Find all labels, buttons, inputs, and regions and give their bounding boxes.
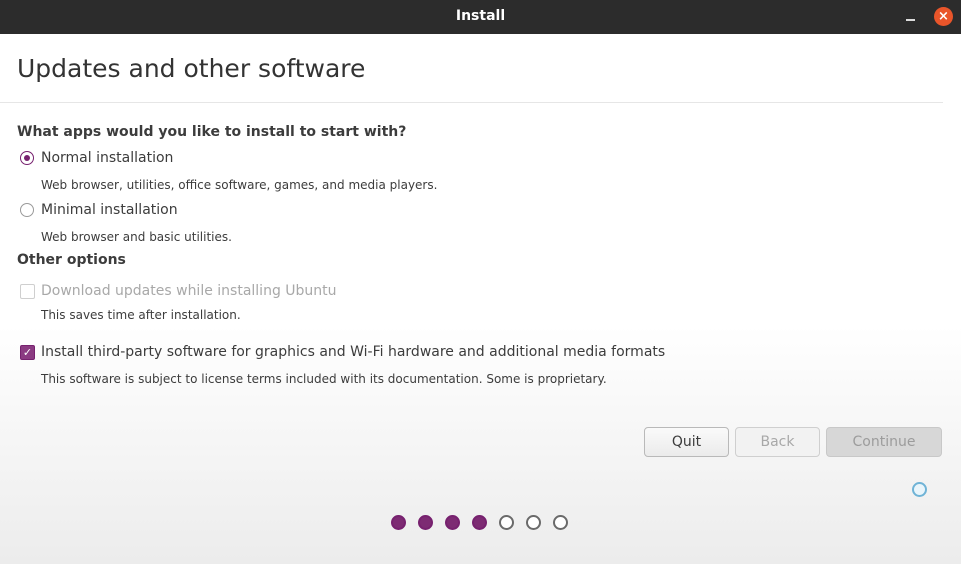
page-title: Updates and other software	[17, 54, 366, 83]
radio-selected-icon[interactable]	[20, 151, 34, 165]
continue-button[interactable]: Continue	[826, 427, 942, 457]
progress-dot-complete	[418, 515, 433, 530]
title-divider	[0, 102, 943, 103]
title-bar: Install ×	[0, 0, 961, 34]
progress-dot-complete	[391, 515, 406, 530]
progress-dot-current	[472, 515, 487, 530]
third-party-description: This software is subject to license term…	[41, 372, 607, 386]
download-updates-label[interactable]: Download updates while installing Ubuntu	[41, 283, 337, 299]
busy-cursor-icon	[912, 482, 927, 497]
third-party-checkbox[interactable]: ✓ Install third-party software for graph…	[20, 344, 665, 362]
normal-installation-radio[interactable]: Normal installation	[20, 150, 220, 168]
close-icon[interactable]: ×	[934, 7, 953, 26]
checkbox-checked-icon[interactable]: ✓	[20, 345, 35, 360]
normal-installation-label[interactable]: Normal installation	[41, 150, 173, 166]
progress-dot-complete	[445, 515, 460, 530]
third-party-label[interactable]: Install third-party software for graphic…	[41, 344, 665, 360]
minimal-installation-label[interactable]: Minimal installation	[41, 202, 178, 218]
minimize-icon[interactable]	[904, 9, 918, 25]
checkbox-unchecked-icon[interactable]	[20, 284, 35, 299]
quit-button[interactable]: Quit	[644, 427, 729, 457]
progress-dot-pending	[553, 515, 568, 530]
download-updates-checkbox[interactable]: Download updates while installing Ubuntu	[20, 283, 340, 301]
back-button[interactable]: Back	[735, 427, 820, 457]
install-type-heading: What apps would you like to install to s…	[17, 124, 407, 140]
other-options-heading: Other options	[17, 252, 126, 268]
window-title: Install	[455, 8, 506, 24]
normal-installation-description: Web browser, utilities, office software,…	[41, 178, 438, 192]
progress-dot-pending	[526, 515, 541, 530]
progress-dot-pending	[499, 515, 514, 530]
minimal-installation-radio[interactable]: Minimal installation	[20, 202, 220, 220]
minimal-installation-description: Web browser and basic utilities.	[41, 230, 232, 244]
download-updates-description: This saves time after installation.	[41, 308, 241, 322]
installer-content: Updates and other software What apps wou…	[0, 34, 961, 564]
radio-unselected-icon[interactable]	[20, 203, 34, 217]
